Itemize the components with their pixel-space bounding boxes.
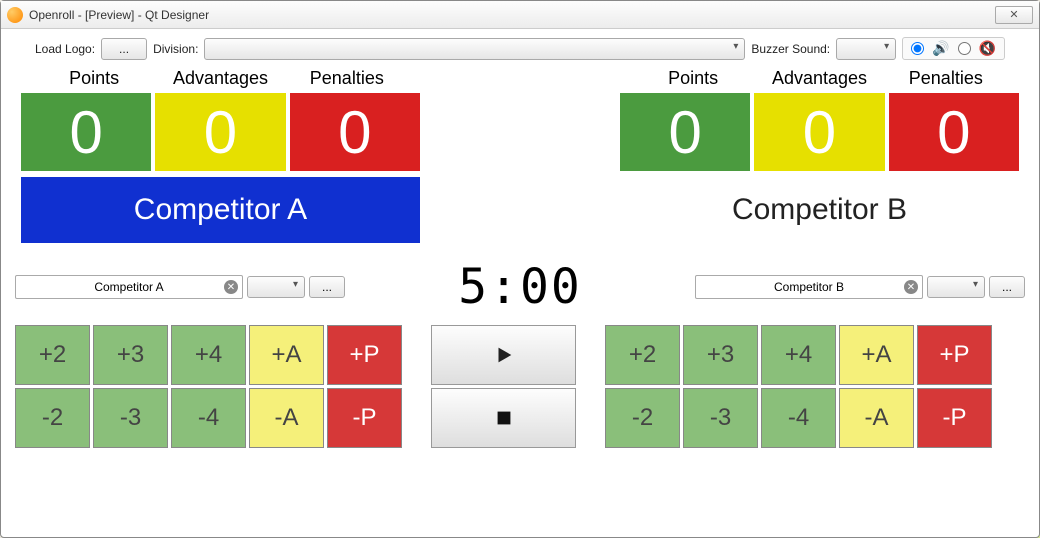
b-minusA[interactable]: -A: [839, 388, 914, 448]
sound-on-radio[interactable]: [911, 42, 924, 55]
competitor-a-input-text: Competitor A: [94, 280, 163, 294]
advantages-a: 0: [155, 93, 285, 171]
a-plus4[interactable]: +4: [171, 325, 246, 385]
a-plus3[interactable]: +3: [93, 325, 168, 385]
a-minusA[interactable]: -A: [249, 388, 324, 448]
a-minus3[interactable]: -3: [93, 388, 168, 448]
penalties-b: 0: [889, 93, 1019, 171]
a-minusP[interactable]: -P: [327, 388, 402, 448]
titlebar: Openroll - [Preview] - Qt Designer ✕: [1, 1, 1039, 29]
play-icon: [493, 344, 515, 366]
penalties-header-b: Penalties: [883, 68, 1009, 89]
competitor-a-input-group: Competitor A ✕ ...: [15, 275, 345, 299]
timer-display: 5:00: [353, 259, 687, 315]
competitor-a-browse[interactable]: ...: [309, 276, 345, 298]
b-minus3[interactable]: -3: [683, 388, 758, 448]
sound-radio-group: 🔊 🔇: [902, 37, 1005, 60]
division-select[interactable]: [204, 38, 745, 60]
penalties-header-a: Penalties: [284, 68, 410, 89]
buzzer-select[interactable]: [836, 38, 896, 60]
a-plus2[interactable]: +2: [15, 325, 90, 385]
window-title: Openroll - [Preview] - Qt Designer: [29, 8, 209, 22]
b-plusP[interactable]: +P: [917, 325, 992, 385]
competitor-b-panel: Points Advantages Penalties 0 0 0 Compet…: [620, 68, 1019, 243]
competitor-a-input[interactable]: Competitor A ✕: [15, 275, 243, 299]
b-minusP[interactable]: -P: [917, 388, 992, 448]
competitor-a-flag-select[interactable]: [247, 276, 305, 298]
close-button[interactable]: ✕: [995, 6, 1033, 24]
b-plusA[interactable]: +A: [839, 325, 914, 385]
advantages-b: 0: [754, 93, 884, 171]
competitor-b-browse[interactable]: ...: [989, 276, 1025, 298]
app-window: Openroll - [Preview] - Qt Designer ✕ Loa…: [0, 0, 1040, 538]
advantages-header-a: Advantages: [157, 68, 283, 89]
competitor-a-name: Competitor A: [21, 177, 420, 243]
points-a: 0: [21, 93, 151, 171]
sound-on-icon: 🔊: [932, 40, 949, 57]
sound-off-icon: 🔇: [979, 40, 996, 57]
b-minus4[interactable]: -4: [761, 388, 836, 448]
a-plusP[interactable]: +P: [327, 325, 402, 385]
a-minus2[interactable]: -2: [15, 388, 90, 448]
advantages-header-b: Advantages: [756, 68, 882, 89]
buzzer-label: Buzzer Sound:: [751, 42, 830, 56]
competitor-b-flag-select[interactable]: [927, 276, 985, 298]
competitor-b-input-group: Competitor B ✕ ...: [695, 275, 1025, 299]
competitor-a-panel: Points Advantages Penalties 0 0 0 Compet…: [21, 68, 420, 243]
points-b: 0: [620, 93, 750, 171]
a-minus4[interactable]: -4: [171, 388, 246, 448]
competitor-b-name: Competitor B: [620, 177, 1019, 243]
sound-off-radio[interactable]: [958, 42, 971, 55]
b-plus2[interactable]: +2: [605, 325, 680, 385]
division-label: Division:: [153, 42, 198, 56]
a-plusA[interactable]: +A: [249, 325, 324, 385]
top-toolbar: Load Logo: ... Division: Buzzer Sound: 🔊…: [15, 37, 1025, 60]
competitor-b-input[interactable]: Competitor B ✕: [695, 275, 923, 299]
play-button[interactable]: [431, 325, 576, 385]
load-logo-label: Load Logo:: [35, 42, 95, 56]
competitor-b-input-text: Competitor B: [774, 280, 844, 294]
b-minus2[interactable]: -2: [605, 388, 680, 448]
penalties-a: 0: [290, 93, 420, 171]
points-header-b: Points: [630, 68, 756, 89]
points-header-a: Points: [31, 68, 157, 89]
clear-b-icon[interactable]: ✕: [904, 280, 918, 294]
stop-button[interactable]: [431, 388, 576, 448]
b-plus4[interactable]: +4: [761, 325, 836, 385]
b-plus3[interactable]: +3: [683, 325, 758, 385]
stop-icon: [493, 407, 515, 429]
clear-a-icon[interactable]: ✕: [224, 280, 238, 294]
app-icon: [7, 7, 23, 23]
load-logo-button[interactable]: ...: [101, 38, 147, 60]
